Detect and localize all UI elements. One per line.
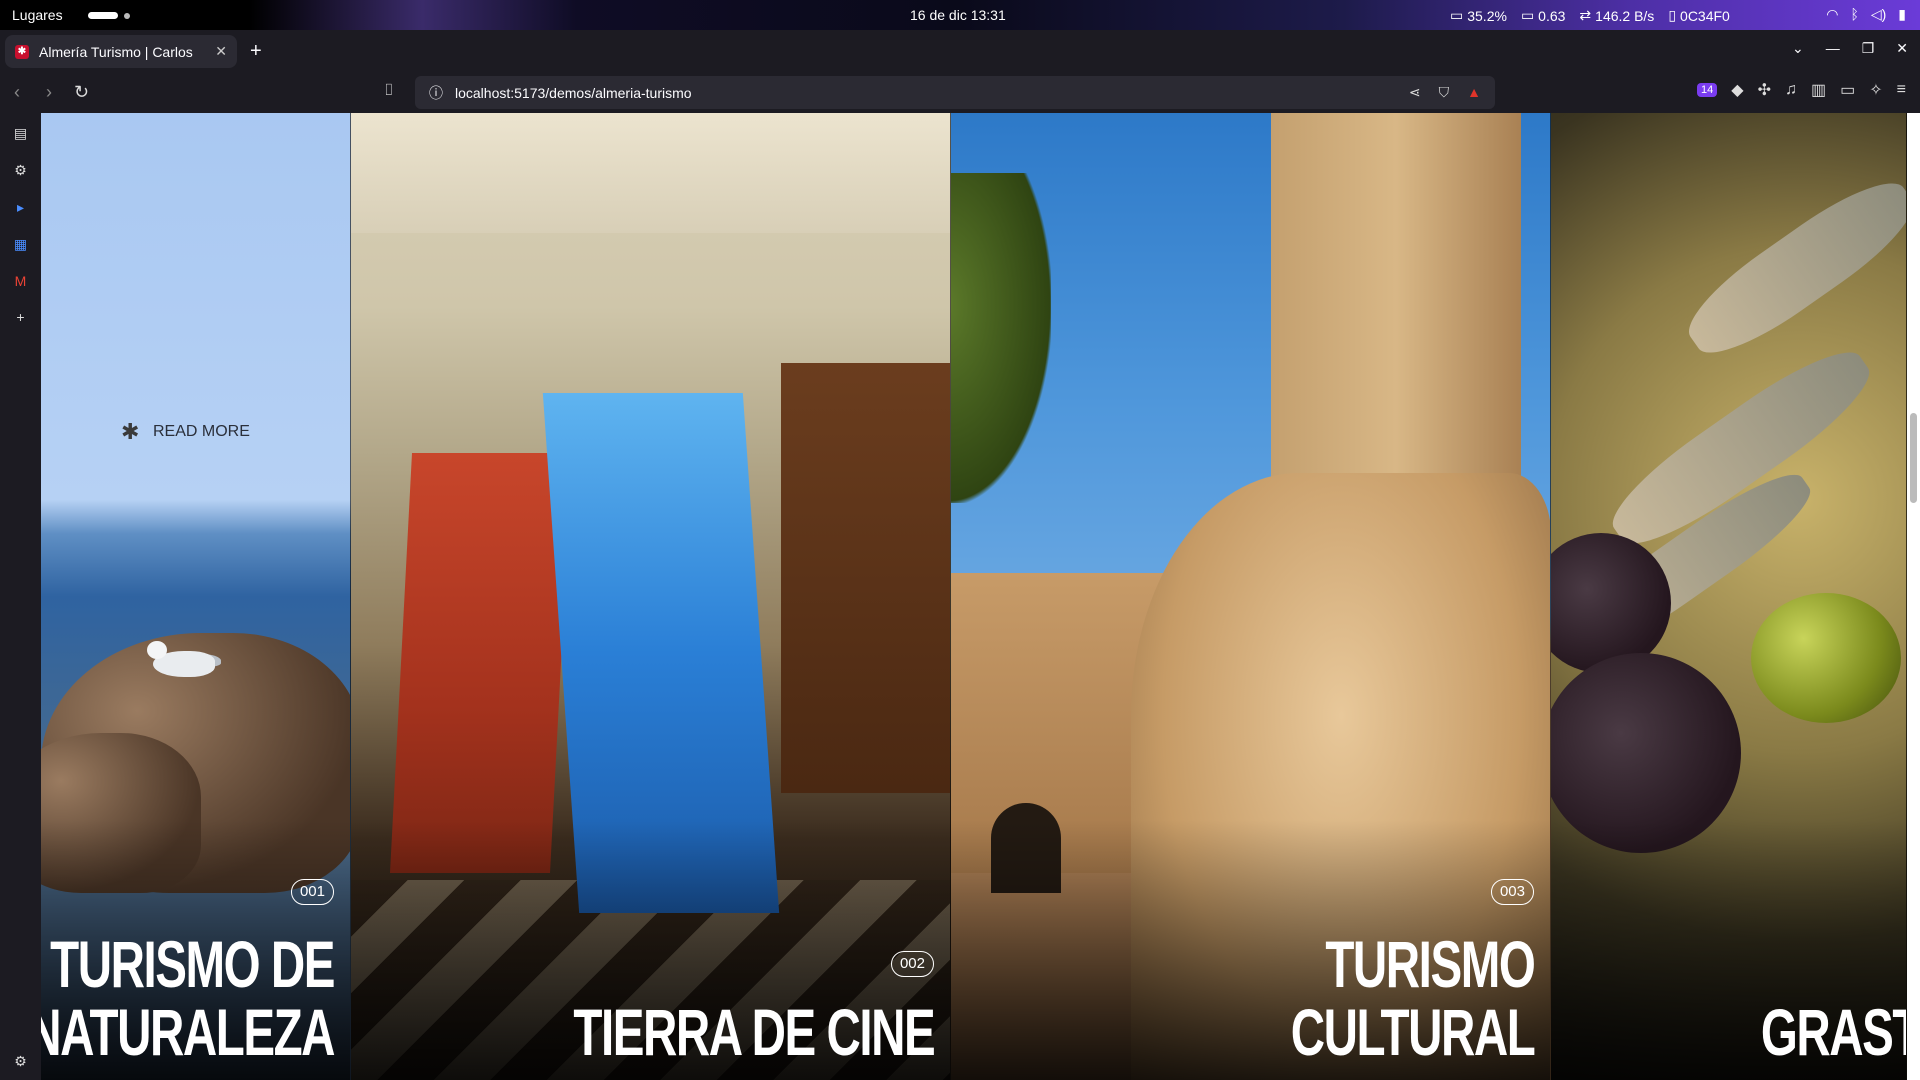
site-favicon-icon: ✱ (15, 44, 29, 59)
panel-tierra-de-cine[interactable]: 002 TIERRA DE CINE (351, 113, 951, 1080)
sardine-image (1674, 164, 1906, 372)
url-bar-actions: ⋖ ⛉ ▲ (1409, 84, 1481, 101)
play-icon[interactable]: ▸ (17, 199, 24, 216)
panel-turismo-naturaleza[interactable]: ✱ READ MORE 001 TURISMO DE NATURALEZA (41, 113, 351, 1080)
address-bar[interactable]: ⓘ localhost:5173/demos/almeria-turismo ⋖… (415, 76, 1495, 109)
back-arrow-icon[interactable]: ‹ (14, 82, 20, 103)
rewards-icon[interactable]: ▲ (1467, 84, 1481, 101)
add-panel-icon[interactable]: + (16, 309, 24, 325)
calendar-icon[interactable]: ▦ (14, 236, 27, 253)
places-menu[interactable]: Lugares (12, 7, 63, 23)
panel-title-line: TURISMO (1324, 927, 1535, 1001)
scrollbar-thumb[interactable] (1910, 413, 1917, 503)
page-content: ✱ READ MORE 001 TURISMO DE NATURALEZA 00… (41, 113, 1907, 1080)
tab-title: Almería Turismo | Carlos (39, 43, 193, 60)
panel-number-badge: 003 (1490, 879, 1534, 905)
site-info-icon[interactable]: ⓘ (429, 83, 443, 103)
extension-badge[interactable]: 14 (1697, 83, 1718, 97)
panel-number-badge: 001 (290, 879, 334, 905)
chatgpt-icon[interactable]: ⚙ (14, 162, 27, 179)
close-window-icon[interactable]: ✕ (1896, 40, 1908, 57)
window-controls: ⌄ — ❐ ✕ (1792, 40, 1908, 57)
chevron-down-icon[interactable]: ⌄ (1792, 40, 1804, 57)
panel-title-line: TIERRA DE CINE (573, 995, 935, 1069)
bluetooth-icon[interactable]: ᛒ (1850, 6, 1858, 23)
panel-turismo-cultural[interactable]: 003 TURISMO CULTURAL (951, 113, 1551, 1080)
extension-icons: 14 ◆ ✣ ♫ ▥ ▭ ✧ ≡ (1697, 80, 1906, 100)
vertical-scrollbar[interactable] (1907, 113, 1920, 1080)
reload-icon[interactable]: ↻ (74, 82, 89, 103)
read-more-button[interactable]: ✱ READ MORE (121, 421, 250, 443)
sidebar-toggle-icon[interactable]: ▥ (1811, 80, 1826, 100)
wallet-gem-icon[interactable]: ◆ (1731, 80, 1743, 100)
share-icon[interactable]: ⋖ (1409, 84, 1421, 101)
workspace-inactive[interactable] (124, 12, 130, 19)
url-text[interactable]: localhost:5173/demos/almeria-turismo (455, 85, 1397, 101)
system-tray[interactable]: ◠ ᛒ ◁) ▮ (1826, 6, 1906, 23)
leo-ai-icon[interactable]: ✧ (1869, 80, 1882, 100)
panel-title-line: CULTURAL (1290, 995, 1535, 1069)
settings-gear-icon[interactable]: ⚙ (14, 1053, 27, 1070)
panel-gastronomia[interactable]: GRAST (1551, 113, 1907, 1080)
plus-icon[interactable]: + (250, 40, 262, 63)
network-value: 146.2 B/s (1595, 7, 1655, 24)
logo-star-icon: ✱ (121, 419, 140, 444)
wallet-icon[interactable]: ▭ (1840, 80, 1855, 100)
palm-leaves-image (951, 173, 1051, 503)
panel-title-line: GRAST (1760, 995, 1907, 1069)
panel-title-line: TURISMO DE (50, 927, 335, 1001)
color-value: 0C34F0 (1680, 7, 1730, 24)
panel-title: TURISMO CULTURAL (1290, 927, 1535, 1069)
volume-icon[interactable]: ◁) (1871, 6, 1886, 23)
load-stat: ▭ 0.63 (1521, 7, 1565, 24)
olive-image (1751, 593, 1901, 723)
panel-title: TURISMO DE NATURALEZA (41, 927, 335, 1069)
panel-title-line: NATURALEZA (41, 995, 335, 1069)
wifi-icon[interactable]: ◠ (1826, 6, 1838, 23)
minimize-icon[interactable]: — (1826, 40, 1840, 57)
reading-list-icon[interactable]: ▤ (14, 125, 27, 142)
cpu-icon: ▭ (1450, 7, 1464, 23)
cpu-value: 35.2% (1467, 7, 1507, 24)
read-more-label: READ MORE (153, 423, 250, 440)
clipboard-icon: ▯ (1668, 7, 1677, 23)
monitor-icon: ▭ (1520, 7, 1535, 23)
system-stats: ▭ 35.2% ▭ 0.63 ⇄ 146.2 B/s ▯ 0C34F0 (1450, 7, 1730, 24)
wooden-door-image (781, 363, 950, 793)
restore-icon[interactable]: ❐ (1862, 40, 1875, 57)
menu-icon[interactable]: ≡ (1897, 81, 1906, 99)
panel-number-badge: 002 (890, 951, 934, 977)
red-banner-image (389, 453, 573, 873)
cpu-stat: ▭ 35.2% (1450, 7, 1507, 24)
gmail-icon[interactable]: M (15, 273, 27, 289)
browser-tab-strip: ✱ Almería Turismo | Carlos ✕ + ⌄ — ❐ ✕ (0, 30, 1920, 72)
seagull-head (147, 641, 167, 659)
forward-arrow-icon[interactable]: › (46, 82, 52, 103)
tab-almeria-turismo[interactable]: ✱ Almería Turismo | Carlos ✕ (5, 35, 237, 68)
network-arrows-icon: ⇄ (1579, 7, 1592, 23)
shield-icon[interactable]: ⛉ (1439, 84, 1450, 101)
extensions-puzzle-icon[interactable]: ✣ (1758, 80, 1771, 100)
color-stat: ▯ 0C34F0 (1668, 7, 1730, 24)
ceiling-image (351, 113, 950, 233)
panel-title: GRAST (1760, 995, 1907, 1069)
media-icon[interactable]: ♫ (1785, 81, 1797, 99)
close-icon[interactable]: ✕ (215, 43, 227, 60)
panel-title: TIERRA DE CINE (573, 995, 935, 1069)
bookmark-icon[interactable]: ⌷ (384, 82, 394, 100)
workspace-indicator[interactable] (88, 12, 130, 19)
load-value: 0.63 (1538, 7, 1566, 24)
browser-toolbar: ‹ › ↻ ⌷ ⓘ localhost:5173/demos/almeria-t… (0, 72, 1920, 113)
workspace-active[interactable] (88, 12, 118, 19)
browser-sidebar: ▤ ⚙ ▸ ▦ M + ⚙ (0, 113, 41, 1080)
os-top-bar: Lugares 16 de dic 13:31 ▭ 35.2% ▭ 0.63 ⇄ 14… (0, 0, 1920, 30)
network-stat: ⇄ 146.2 B/s (1579, 7, 1654, 24)
battery-icon[interactable]: ▮ (1898, 6, 1906, 23)
system-clock[interactable]: 16 de dic 13:31 (910, 7, 1006, 23)
